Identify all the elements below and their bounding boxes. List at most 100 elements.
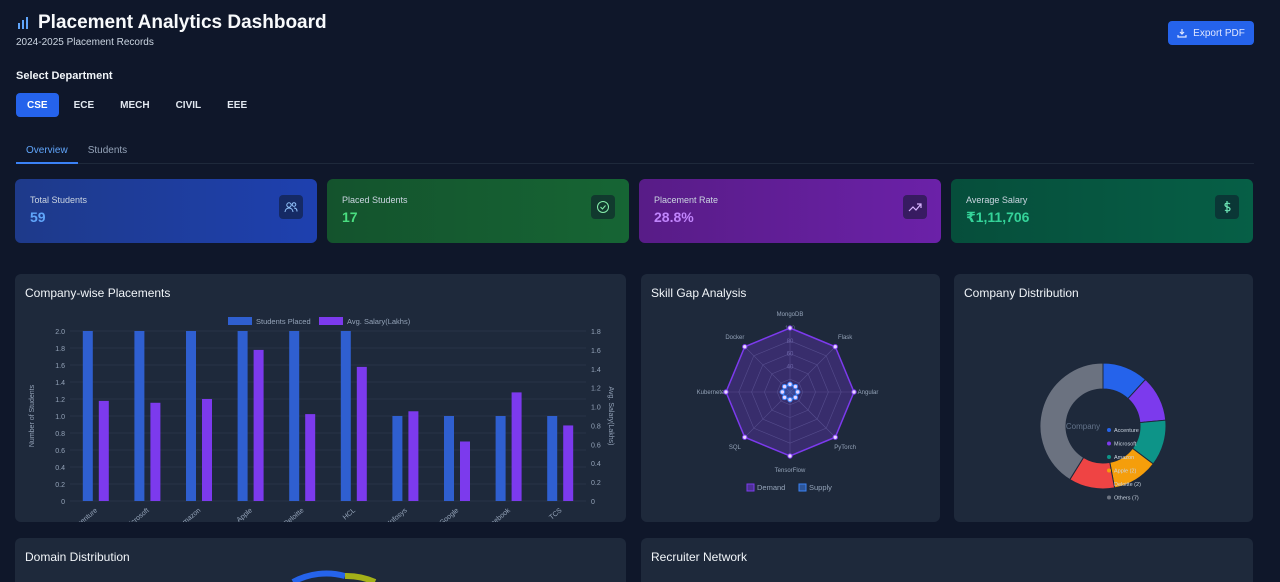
legend-dot [1107,428,1111,432]
radar-point [832,434,838,440]
bar-avg-salary [150,402,161,501]
legend-swatch-students [228,317,252,325]
y2-tick-label: 0.4 [591,461,601,468]
card-title: Recruiter Network [651,550,748,564]
y-tick-label: 2.0 [55,329,65,336]
bar-avg-salary [253,349,264,501]
skill-gap-card: Skill Gap Analysis MongoDB Flask Angular Py… [641,274,940,522]
bar-avg-salary [356,366,367,501]
x-tick-label: Microsoft [124,507,150,522]
y2-tick-label: 1.0 [591,405,601,412]
legend-label: Accenture [1114,428,1139,434]
y2-tick-label: 0.2 [591,480,601,487]
stat-value: 59 [30,209,46,225]
stat-total-students: Total Students 59 [15,179,317,243]
download-icon [1177,29,1187,38]
legend-label-students: Students Placed [256,317,311,326]
legend-label: Amazon [1114,455,1134,461]
bar-students-placed [186,331,196,501]
stat-label: Average Salary [966,195,1028,205]
radar-point [742,344,748,350]
radar-axis-label: PyTorch [834,445,856,451]
legend-dot [1107,468,1111,473]
bar-students-placed [392,416,403,501]
dept-button-ece[interactable]: ECE [63,93,106,117]
bar-avg-salary [511,392,522,501]
donut-center-label: Company [1066,422,1100,431]
y-tick-label: 1.2 [55,397,65,404]
trending-up-icon [903,195,927,219]
radar-point [781,394,788,401]
check-circle-icon [591,195,615,219]
dollar-icon [1215,195,1239,219]
page-title: Placement Analytics Dashboard [38,12,327,33]
export-label: Export PDF [1193,27,1245,39]
radar-point [779,389,786,395]
y2-tick-label: 0.6 [591,442,601,449]
x-tick-label: TCS [548,507,563,522]
x-tick-label: HCL [342,507,357,521]
radar-axis-label: TensorFlow [775,468,806,474]
y-tick-label: 0.4 [55,465,65,472]
legend-label: Deloitte (2) [1114,482,1141,488]
company-bar-chart: 0 0.2 0.4 0.6 0.8 1.0 1.2 1.4 1.6 1.8 2.0 0 0.2 0.4 0.… [29,317,614,522]
bar-chart-icon [18,17,28,29]
x-tick-label: Accenture [70,507,99,522]
company-wise-card: Company-wise Placements 0 0.2 0.4 0.6 0.8 1.0… [15,274,626,522]
y-tick-label: 0 [61,499,65,506]
bar-avg-salary [98,400,109,501]
bar-students-placed [495,416,506,501]
radar-point [787,396,793,403]
radar-axis-label: SQL [729,445,742,451]
skill-radar-chart: MongoDB Flask Angular PyTorch TensorFlow SQL K… [697,312,879,492]
department-selector: CSE ECE MECH CIVIL EEE [16,93,258,117]
radar-axis-label: MongoDB [777,312,804,318]
dept-button-eee[interactable]: EEE [216,93,258,117]
tab-overview[interactable]: Overview [16,140,78,164]
bar-students-placed [237,331,248,501]
view-tabs: Overview Students [16,140,1254,164]
radar-axis-label: Docker [725,335,744,341]
legend-dot [1107,455,1111,459]
bar-students-placed [340,331,351,501]
radar-axis-label: Flask [838,335,853,341]
y-tick-label: 1.6 [55,363,65,370]
legend-dot [1107,441,1111,446]
y2-tick-label: 1.8 [591,329,601,336]
y-axis-label: Number of Students [29,384,36,447]
y-tick-label: 0.8 [55,431,65,438]
bar-students-placed [444,416,454,501]
dept-button-cse[interactable]: CSE [16,93,59,117]
y2-tick-label: 1.6 [591,348,601,355]
dept-button-mech[interactable]: MECH [109,93,160,117]
y2-tick-label: 1.4 [591,367,601,374]
legend-label-demand: Demand [757,483,785,492]
legend-dot [1107,495,1111,500]
bar-avg-salary [460,441,470,501]
dept-button-civil[interactable]: CIVIL [165,93,213,117]
users-icon [279,195,303,219]
radar-point [742,434,748,440]
legend-swatch-salary [319,317,343,325]
radar-axis-label: Kubernetes [697,390,728,396]
tab-students[interactable]: Students [78,140,137,164]
stat-value: 17 [342,209,358,225]
y-tick-label: 1.8 [55,346,65,353]
page-subtitle: 2024-2025 Placement Records [16,37,154,48]
y-tick-label: 0.6 [55,448,65,455]
radar-point [787,381,793,388]
legend-swatch-demand [746,483,755,492]
bar-avg-salary [563,425,574,501]
legend-label: Microsoft [1114,442,1137,448]
export-pdf-button[interactable]: Export PDF [1168,21,1254,45]
bar-students-placed [82,331,93,501]
stat-placed-students: Placed Students 17 [327,179,629,243]
legend-label-supply: Supply [809,483,832,492]
y2-axis-label: Avg. Salary(Lakhs) [607,386,614,445]
company-donut-chart: Company Accenture Microsoft Amazon Apple (2)… [1039,362,1167,502]
legend-dot [1107,482,1111,486]
stat-label: Placed Students [342,195,408,205]
radar-point [792,383,799,390]
bar-avg-salary [202,399,212,501]
bar-students-placed [134,331,145,501]
